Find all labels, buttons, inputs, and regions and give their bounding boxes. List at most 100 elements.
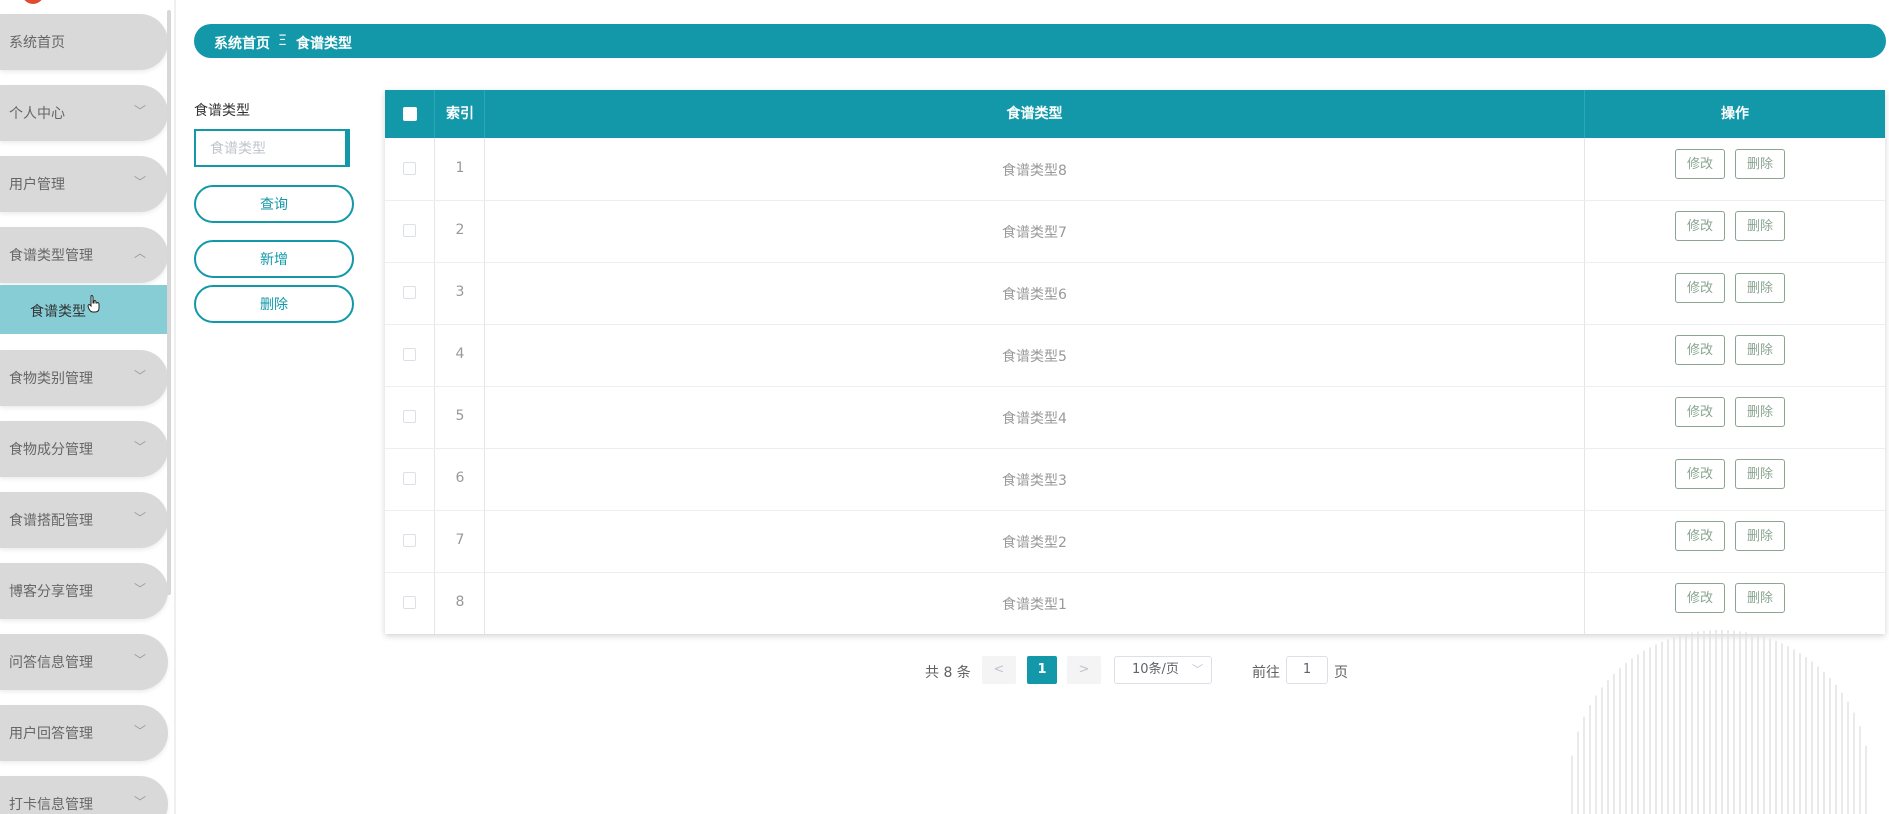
row-recipe-type: 食谱类型2 (1002, 535, 1067, 551)
table-row: 4 食谱类型5 修改 删除 (385, 324, 1885, 387)
edit-button[interactable]: 修改 (1675, 273, 1725, 303)
row-recipe-type: 食谱类型8 (1002, 163, 1067, 179)
query-button[interactable]: 查询 (194, 185, 354, 223)
sidebar-item-label: 个人中心 (9, 106, 65, 122)
sidebar-item-qa-management[interactable]: 问答信息管理 ﹀ (0, 634, 168, 690)
row-index: 5 (455, 408, 465, 424)
table-row: 8 食谱类型1 修改 删除 (385, 572, 1885, 634)
row-recipe-type: 食谱类型1 (1002, 597, 1067, 613)
row-checkbox[interactable] (403, 162, 416, 175)
row-checkbox[interactable] (403, 410, 416, 423)
sidebar-scrollbar[interactable] (167, 10, 171, 595)
recipe-type-table: 索引 食谱类型 操作 1 食谱类型8 修改 删除 2 食谱类型7 修改 删除 3… (385, 90, 1885, 634)
sidebar-item-food-category-management[interactable]: 食物类别管理 ﹀ (0, 350, 168, 406)
table-row: 1 食谱类型8 修改 删除 (385, 138, 1885, 201)
sidebar-item-user-answer-management[interactable]: 用户回答管理 ﹀ (0, 705, 168, 761)
delete-button[interactable]: 删除 (1735, 335, 1785, 365)
chevron-up-icon: ︿ (133, 246, 146, 260)
edit-button[interactable]: 修改 (1675, 583, 1725, 613)
chevron-down-icon: ﹀ (133, 369, 146, 383)
row-recipe-type: 食谱类型7 (1002, 225, 1067, 241)
pagination-current-page[interactable]: 1 (1027, 656, 1057, 684)
chevron-down-icon: ﹀ (133, 104, 146, 118)
decorative-stripes (1571, 630, 1867, 814)
column-divider (1584, 90, 1585, 138)
row-checkbox[interactable] (403, 596, 416, 609)
row-index: 7 (455, 532, 465, 548)
batch-delete-button[interactable]: 删除 (194, 285, 354, 323)
row-index: 4 (455, 346, 465, 362)
chevron-down-icon: ﹀ (1192, 663, 1203, 676)
sidebar-item-label: 食物类别管理 (9, 371, 93, 387)
sidebar-divider (174, 0, 176, 814)
add-button[interactable]: 新增 (194, 240, 354, 278)
row-index: 8 (455, 594, 465, 610)
edit-button[interactable]: 修改 (1675, 149, 1725, 179)
sidebar-item-label: 食物成分管理 (9, 442, 93, 458)
search-input[interactable] (208, 140, 342, 158)
row-recipe-type: 食谱类型4 (1002, 411, 1067, 427)
sidebar-item-label: 系统首页 (9, 35, 65, 51)
sidebar-item-blog-share-management[interactable]: 博客分享管理 ﹀ (0, 563, 168, 619)
sidebar-item-recipe-type-management[interactable]: 食谱类型管理 ︿ (0, 227, 168, 283)
table-row: 6 食谱类型3 修改 删除 (385, 448, 1885, 511)
column-header-actions: 操作 (1721, 106, 1749, 122)
delete-button[interactable]: 删除 (1735, 583, 1785, 613)
sidebar-item-food-ingredient-management[interactable]: 食物成分管理 ﹀ (0, 421, 168, 477)
edit-button[interactable]: 修改 (1675, 335, 1725, 365)
row-checkbox[interactable] (403, 348, 416, 361)
delete-button[interactable]: 删除 (1735, 211, 1785, 241)
sidebar-item-user-management[interactable]: 用户管理 ﹀ (0, 156, 168, 212)
page-size-select[interactable]: 10条/页 ﹀ (1114, 656, 1212, 684)
column-divider (484, 90, 485, 138)
row-checkbox[interactable] (403, 472, 416, 485)
row-recipe-type: 食谱类型3 (1002, 473, 1067, 489)
chevron-down-icon: ﹀ (133, 511, 146, 525)
chevron-down-icon: ﹀ (133, 795, 146, 809)
chevron-down-icon: ﹀ (133, 582, 146, 596)
sidebar-item-label: 食谱搭配管理 (9, 513, 93, 529)
delete-button[interactable]: 删除 (1735, 459, 1785, 489)
row-checkbox[interactable] (403, 534, 416, 547)
delete-button[interactable]: 删除 (1735, 149, 1785, 179)
edit-button[interactable]: 修改 (1675, 521, 1725, 551)
delete-button[interactable]: 删除 (1735, 397, 1785, 427)
row-recipe-type: 食谱类型6 (1002, 287, 1067, 303)
sidebar-item-recipe-pairing-management[interactable]: 食谱搭配管理 ﹀ (0, 492, 168, 548)
search-input-wrapper (194, 129, 350, 167)
column-divider (434, 90, 435, 138)
pagination-page-suffix: 页 (1334, 665, 1348, 681)
table-row: 3 食谱类型6 修改 删除 (385, 262, 1885, 325)
delete-button[interactable]: 删除 (1735, 521, 1785, 551)
pagination-prev-button[interactable]: < (982, 656, 1016, 684)
pagination-next-button[interactable]: > (1067, 656, 1101, 684)
breadcrumb-home[interactable]: 系统首页 (214, 33, 270, 53)
row-checkbox[interactable] (403, 224, 416, 237)
table-header: 索引 食谱类型 操作 (385, 90, 1885, 138)
row-checkbox[interactable] (403, 286, 416, 299)
chevron-down-icon: ﹀ (133, 724, 146, 738)
edit-button[interactable]: 修改 (1675, 459, 1725, 489)
column-header-index: 索引 (446, 106, 474, 122)
sidebar-subitem-recipe-type[interactable]: 食谱类型 (0, 285, 168, 334)
breadcrumb-separator-icon: Ξ (278, 33, 287, 49)
sidebar-item-label: 问答信息管理 (9, 655, 93, 671)
sidebar-item-home[interactable]: 系统首页 (0, 14, 168, 70)
select-all-checkbox[interactable] (403, 107, 417, 121)
page-size-value: 10条/页 (1132, 662, 1179, 677)
table-row: 2 食谱类型7 修改 删除 (385, 200, 1885, 263)
pagination-total: 共 8 条 (925, 665, 971, 681)
breadcrumb-current: 食谱类型 (296, 36, 352, 52)
row-index: 3 (455, 284, 465, 300)
edit-button[interactable]: 修改 (1675, 397, 1725, 427)
row-index: 2 (455, 222, 465, 238)
sidebar: 系统首页 个人中心 ﹀ 用户管理 ﹀ 食谱类型管理 ︿ 食谱类型 食物类别管理 … (0, 0, 170, 814)
sidebar-item-personal-center[interactable]: 个人中心 ﹀ (0, 85, 168, 141)
delete-button[interactable]: 删除 (1735, 273, 1785, 303)
pagination-goto-input[interactable]: 1 (1286, 656, 1328, 684)
edit-button[interactable]: 修改 (1675, 211, 1725, 241)
row-index: 6 (455, 470, 465, 486)
sidebar-item-checkin-management[interactable]: 打卡信息管理 ﹀ (0, 776, 168, 814)
chevron-down-icon: ﹀ (133, 653, 146, 667)
chevron-down-icon: ﹀ (133, 440, 146, 454)
